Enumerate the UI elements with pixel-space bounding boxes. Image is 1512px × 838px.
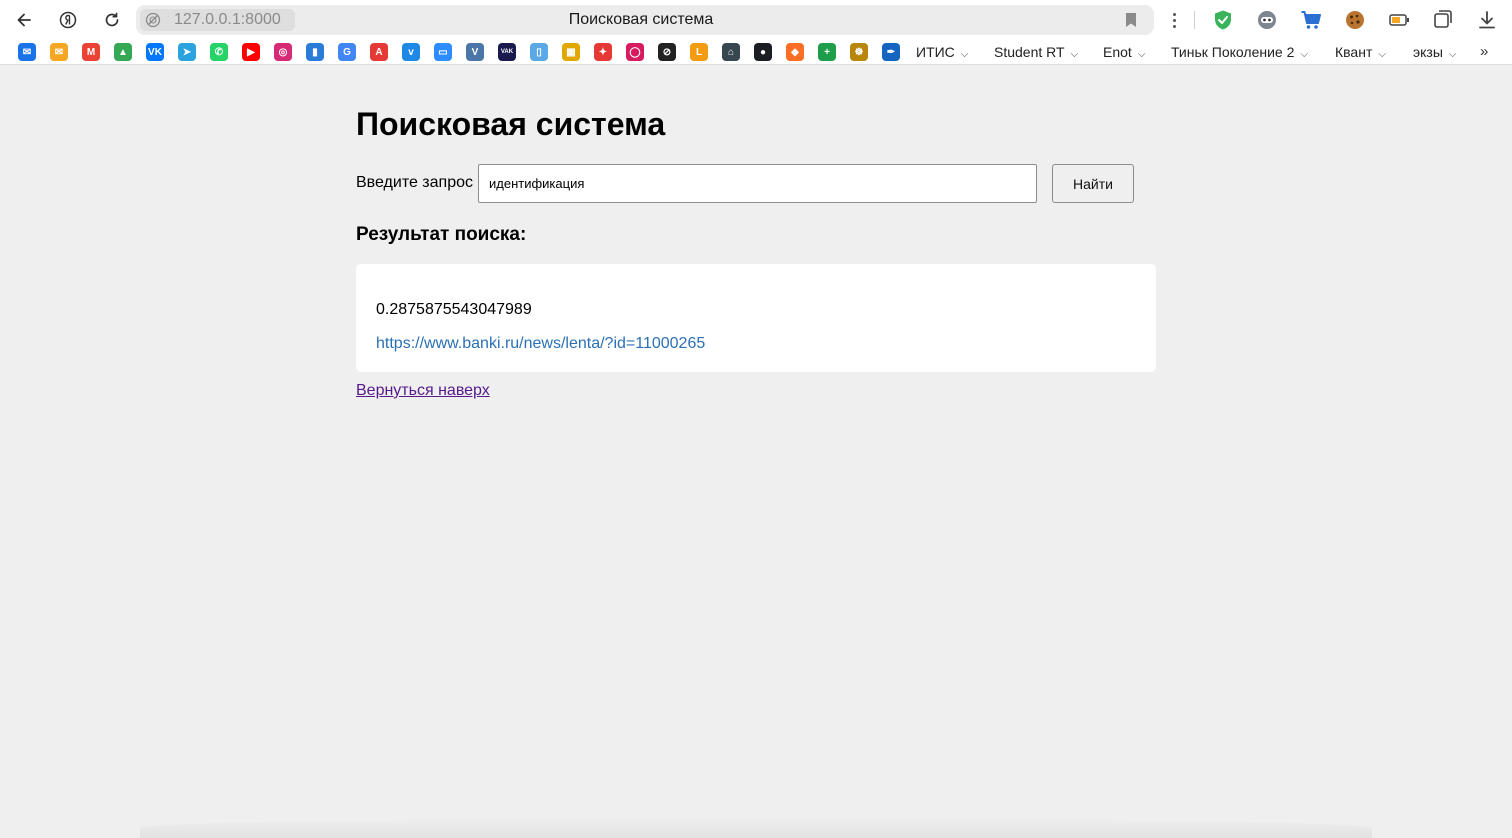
- instagram-icon[interactable]: ◎: [274, 43, 292, 61]
- toolbar-divider: [1194, 11, 1195, 29]
- bookmark-icon[interactable]: [1124, 12, 1138, 28]
- more-menu-icon[interactable]: [1165, 8, 1183, 32]
- yandex-mail-icon[interactable]: ✉: [50, 43, 68, 61]
- vak-icon[interactable]: VAK: [498, 43, 516, 61]
- battery-extension-icon[interactable]: [1387, 8, 1411, 32]
- window-bottom-shadow: [140, 818, 1372, 838]
- fountain-pen-icon[interactable]: ✒: [882, 43, 900, 61]
- page-title: Поисковая система: [356, 106, 666, 142]
- shield-extension-icon[interactable]: [1211, 8, 1235, 32]
- bookmark-folder-tink[interactable]: Тиньк Поколение 2 ⌵: [1171, 44, 1308, 63]
- address-bar[interactable]: 127.0.0.1:8000 Поисковая система: [136, 5, 1154, 35]
- yandex-icon[interactable]: [54, 6, 82, 34]
- star-app-icon[interactable]: ✦: [594, 43, 612, 61]
- search-label: Введите запрос: [356, 174, 473, 191]
- lms-icon[interactable]: L: [690, 43, 708, 61]
- search-button[interactable]: Найти: [1052, 164, 1134, 203]
- whatsapp-icon[interactable]: ✆: [210, 43, 228, 61]
- result-link[interactable]: https://www.banki.ru/news/lenta/?id=1100…: [376, 334, 705, 354]
- translate-icon[interactable]: G: [338, 43, 356, 61]
- google-drive-icon[interactable]: ▲: [114, 43, 132, 61]
- ring-app-icon[interactable]: ◯: [626, 43, 644, 61]
- back-to-top-link[interactable]: Вернуться наверх: [356, 381, 490, 401]
- tab-title: Поисковая система: [568, 11, 714, 28]
- bookmark-folder-student-rt[interactable]: Student RT ⌵: [994, 44, 1078, 63]
- more-bookmarks-icon[interactable]: »: [1480, 43, 1488, 60]
- github-icon[interactable]: ●: [754, 43, 772, 61]
- stats-icon[interactable]: ▮: [306, 43, 324, 61]
- search-input[interactable]: [478, 164, 1037, 203]
- robot-extension-icon[interactable]: [1255, 8, 1279, 32]
- gitlab-icon[interactable]: ◆: [786, 43, 804, 61]
- emblem-icon[interactable]: ☸: [850, 43, 868, 61]
- cookie-extension-icon[interactable]: [1343, 8, 1367, 32]
- browser-chrome: 127.0.0.1:8000 Поисковая система ИТИС ⌵ …: [0, 0, 1512, 65]
- search-result-card: 0.2875875543047989 https://www.banki.ru/…: [356, 264, 1156, 372]
- download-icon[interactable]: [1475, 8, 1499, 32]
- cart-extension-icon[interactable]: [1299, 8, 1323, 32]
- bank-icon[interactable]: ⌂: [722, 43, 740, 61]
- vk-icon[interactable]: VK: [146, 43, 164, 61]
- zoom-icon[interactable]: ▭: [434, 43, 452, 61]
- reload-icon[interactable]: [98, 6, 126, 34]
- lingq-icon[interactable]: A: [370, 43, 388, 61]
- bottle-icon[interactable]: ▯: [530, 43, 548, 61]
- bookmark-folder-itis[interactable]: ИТИС ⌵: [916, 44, 968, 63]
- results-heading: Результат поиска:: [356, 224, 527, 245]
- vk-video-icon[interactable]: V: [466, 43, 484, 61]
- bookmark-folder-ekzy[interactable]: экзы ⌵: [1413, 44, 1457, 63]
- gmail-icon[interactable]: M: [82, 43, 100, 61]
- telegram-icon[interactable]: ➤: [178, 43, 196, 61]
- link-icon[interactable]: ⊘: [658, 43, 676, 61]
- mail-icon[interactable]: ✉: [18, 43, 36, 61]
- table-icon[interactable]: ▦: [562, 43, 580, 61]
- result-score: 0.2875875543047989: [376, 301, 532, 318]
- bookmark-folder-enot[interactable]: Enot ⌵: [1103, 44, 1145, 63]
- vimeo-icon[interactable]: v: [402, 43, 420, 61]
- bookmarks-bar: ИТИС ⌵ Student RT ⌵ Enot ⌵ Тиньк Поколение …: [0, 40, 1512, 65]
- tab-manager-extension-icon[interactable]: [1431, 8, 1455, 32]
- youtube-icon[interactable]: ▶: [242, 43, 260, 61]
- back-arrow-icon[interactable]: [10, 6, 38, 34]
- bookmark-folder-kvant[interactable]: Квант ⌵: [1335, 44, 1386, 63]
- plus-icon[interactable]: +: [818, 43, 836, 61]
- browser-toolbar: 127.0.0.1:8000 Поисковая система: [0, 0, 1512, 40]
